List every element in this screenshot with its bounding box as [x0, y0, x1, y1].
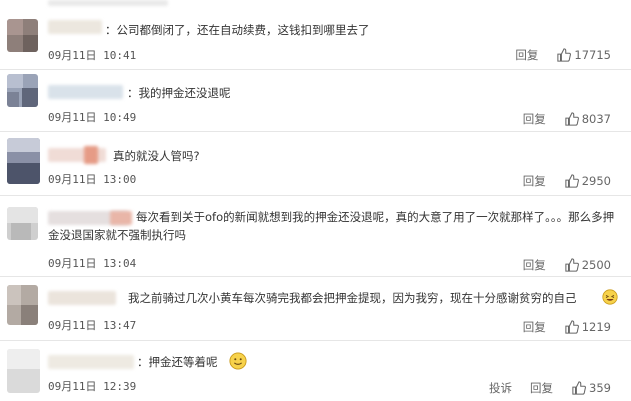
like-button[interactable]: 2950 [565, 174, 611, 188]
reply-button[interactable]: 回复 [523, 257, 546, 273]
reply-button[interactable]: 回复 [523, 319, 546, 335]
avatar[interactable] [7, 19, 38, 52]
comment-text: ：我的押金还没退呢 [127, 86, 231, 100]
reply-button[interactable]: 回复 [530, 380, 553, 396]
thumbs-up-icon [565, 112, 579, 126]
comment-actions: 投诉 回复 359 [489, 380, 611, 396]
avatar[interactable] [7, 207, 38, 240]
thumbs-up-icon [565, 320, 579, 334]
report-button[interactable]: 投诉 [489, 380, 512, 396]
username-blurred[interactable] [48, 355, 134, 369]
comment-text: 每次看到关于ofo的新闻就想到我的押金还没退呢，真的大意了用了一次就那样了。。。… [48, 210, 615, 242]
like-count: 359 [589, 381, 611, 395]
comment-item: 每次看到关于ofo的新闻就想到我的押金还没退呢，真的大意了用了一次就那样了。。。… [0, 196, 631, 276]
like-button[interactable]: 8037 [565, 112, 611, 126]
comment-time: 09月11日 13:47 [48, 319, 137, 332]
comment-time: 09月11日 10:41 [48, 49, 137, 62]
thumbs-up-icon [565, 174, 579, 188]
comment-item: 我之前骑过几次小黄车每次骑完我都会把押金提现，因为我穷，现在十分感谢贫穷的自己 … [0, 277, 631, 340]
like-count: 2950 [581, 174, 611, 188]
comment-time: 09月11日 10:49 [48, 111, 137, 124]
reply-button[interactable]: 回复 [523, 111, 546, 127]
reply-button[interactable]: 回复 [515, 47, 538, 63]
comment-actions: 回复 8037 [523, 111, 611, 127]
laughing-emoji-icon [602, 289, 618, 305]
like-button[interactable]: 1219 [565, 320, 611, 334]
username-blurred[interactable] [48, 291, 116, 305]
avatar[interactable] [7, 74, 38, 107]
comment-actions: 回复 17715 [515, 47, 611, 63]
reply-button[interactable]: 回复 [523, 173, 546, 189]
avatar[interactable] [7, 285, 38, 325]
comment-time: 09月11日 13:00 [48, 173, 137, 186]
like-button[interactable]: 359 [572, 381, 611, 395]
avatar[interactable] [7, 349, 40, 393]
comment-item: 真的就没人管吗? 09月11日 13:00 回复 2950 [0, 132, 631, 195]
thumbs-up-icon [565, 258, 579, 272]
thumbs-up-icon [572, 381, 586, 395]
comment-item: ：押金还等着呢 09月11日 12:39 投诉 回复 359 [0, 341, 631, 401]
comment-item: ：公司都倒闭了，还在自动续费，这钱扣到哪里去了 09月11日 10:41 回复 … [0, 0, 631, 70]
comment-text: ：公司都倒闭了，还在自动续费，这钱扣到哪里去了 [105, 23, 370, 37]
comment-item: ：我的押金还没退呢 09月11日 10:49 回复 8037 [0, 70, 631, 132]
username-blurred[interactable] [48, 0, 168, 6]
smiling-emoji-icon [229, 352, 247, 370]
comment-actions: 回复 1219 [523, 319, 611, 335]
username-blurred[interactable] [84, 146, 98, 164]
comment-time: 09月11日 13:04 [48, 257, 137, 270]
username-blurred[interactable] [48, 20, 102, 34]
username-blurred[interactable] [48, 85, 123, 99]
like-button[interactable]: 2500 [565, 258, 611, 272]
like-button[interactable]: 17715 [557, 48, 611, 62]
like-count: 2500 [581, 258, 611, 272]
like-count: 17715 [574, 48, 611, 62]
comment-text: 我之前骑过几次小黄车每次骑完我都会把押金提现，因为我穷，现在十分感谢贫穷的自己 [128, 291, 577, 305]
like-count: 8037 [581, 112, 611, 126]
comment-text: 真的就没人管吗? [113, 149, 200, 163]
comment-time: 09月11日 12:39 [48, 380, 137, 393]
comment-actions: 回复 2950 [523, 173, 611, 189]
comment-text: ：押金还等着呢 [137, 355, 218, 369]
like-count: 1219 [581, 320, 611, 334]
avatar[interactable] [7, 138, 40, 184]
comment-actions: 回复 2500 [523, 257, 611, 273]
thumbs-up-icon [557, 48, 572, 62]
